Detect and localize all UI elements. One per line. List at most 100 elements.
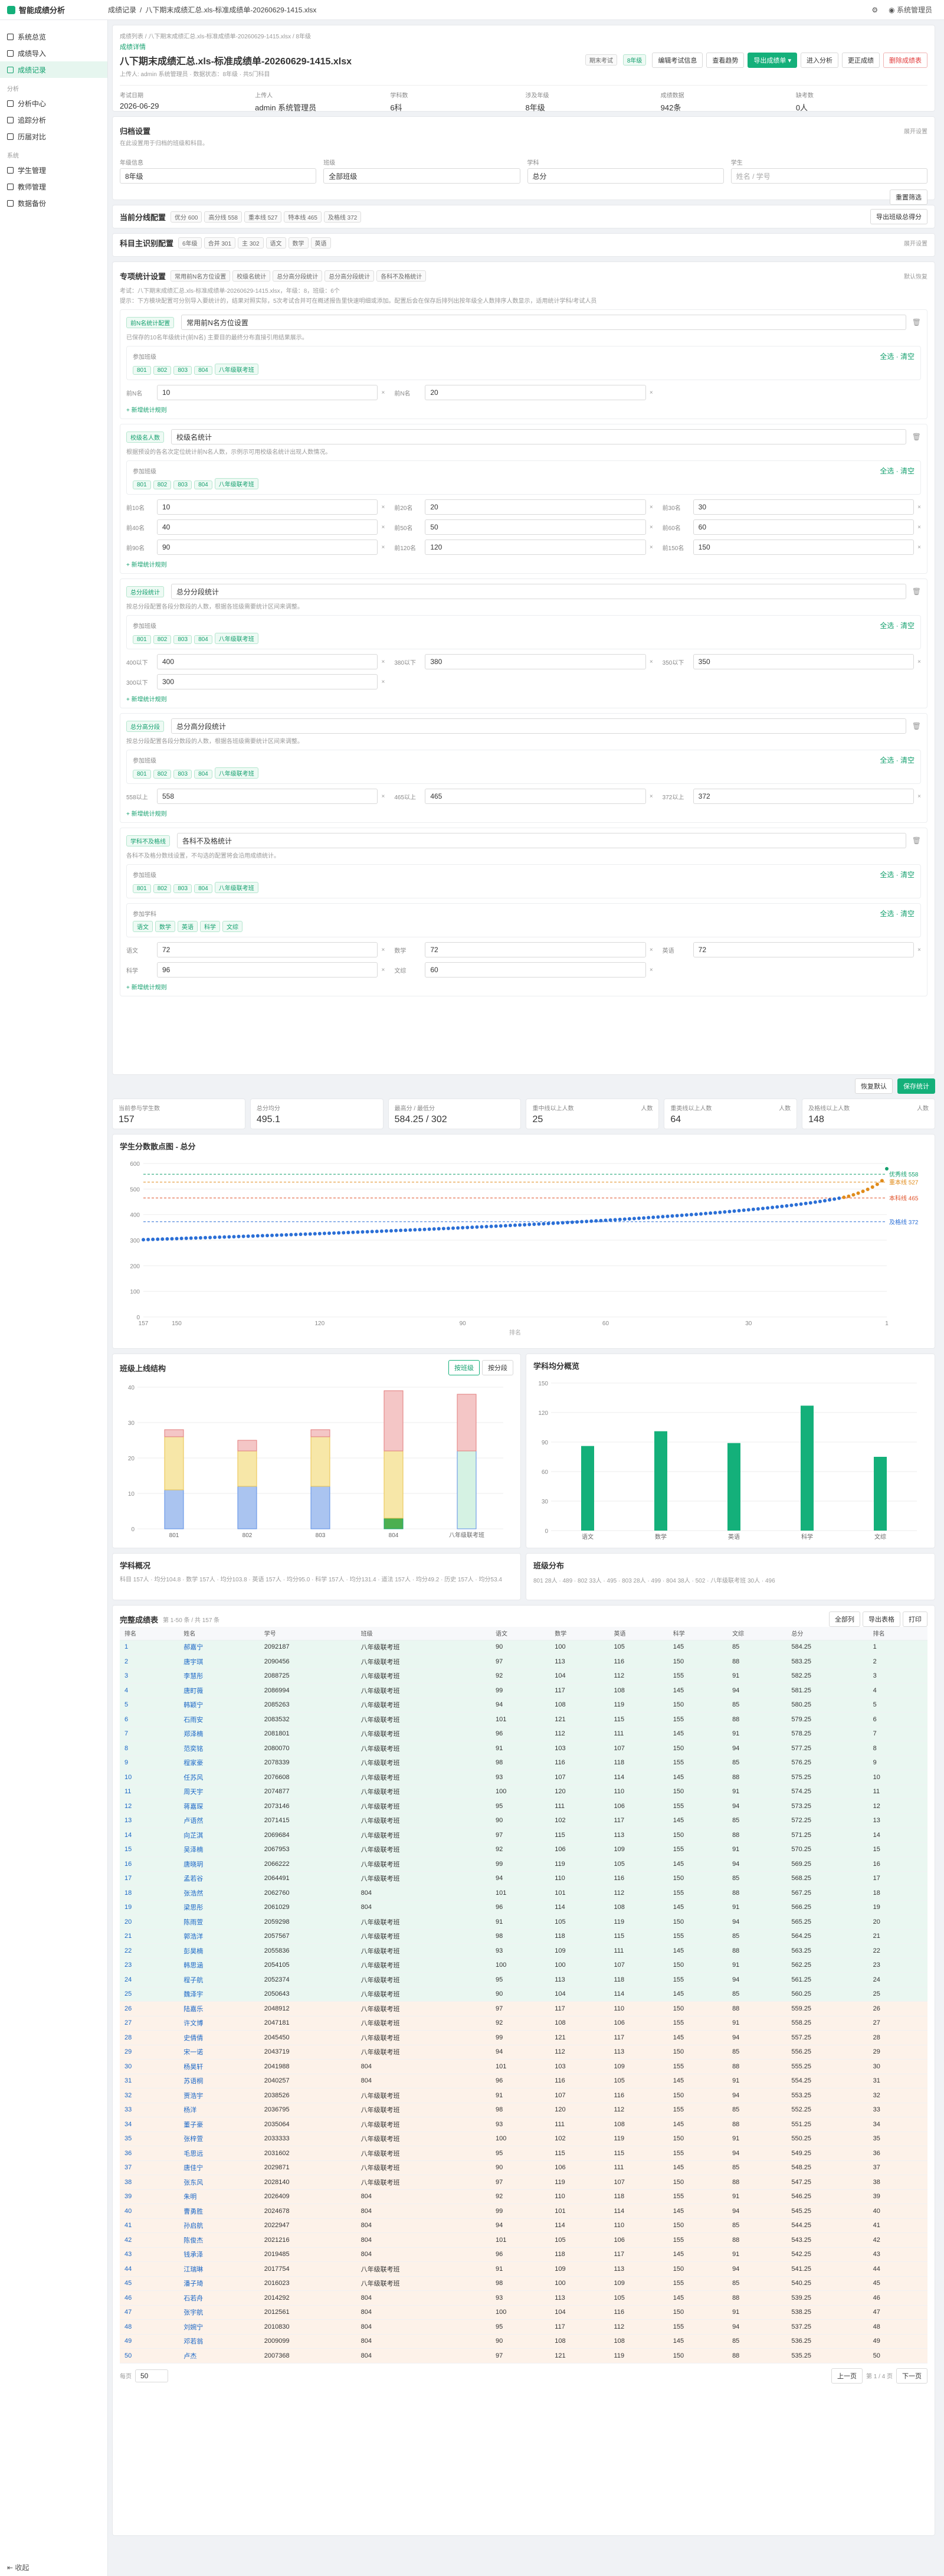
table-row[interactable]: 6 石雨安 2083532 八年级联考班 101 121 115 155 88 579.25 6 — [120, 1712, 927, 1727]
table-row[interactable]: 43 钱承泽 2019485 804 96 118 117 145 91 542.25 43 — [120, 2247, 927, 2262]
class-chip[interactable]: 八年级联考班 — [214, 364, 258, 375]
table-action-button[interactable]: 打印 — [903, 1611, 927, 1627]
remove-icon[interactable]: × — [917, 504, 921, 511]
edit-exam-button[interactable]: 编辑考试信息 — [652, 52, 703, 68]
table-row[interactable]: 21 郭浩洋 2057567 八年级联考班 98 118 115 155 85 564.25 21 — [120, 1929, 927, 1944]
remove-icon[interactable]: × — [917, 793, 921, 800]
sidebar-item[interactable]: 分析中心 — [0, 95, 107, 112]
threshold-input[interactable]: 72 — [425, 942, 646, 957]
class-chip[interactable]: 801 — [133, 480, 151, 489]
sidebar-item[interactable]: 历届对比 — [0, 128, 107, 145]
class-chip[interactable]: 数学 — [155, 921, 175, 932]
table-row[interactable]: 26 陆嘉乐 2048912 八年级联考班 97 117 110 150 88 559.25 26 — [120, 2001, 927, 2016]
class-chip[interactable]: 804 — [194, 884, 212, 893]
rule-name-input[interactable]: 总分高分段统计 — [171, 718, 906, 734]
table-row[interactable]: 45 潘子琦 2016023 八年级联考班 98 100 109 155 85 540.25 45 — [120, 2276, 927, 2291]
table-row[interactable]: 19 梁思彤 2061029 804 96 114 108 145 91 566.25 19 — [120, 1900, 927, 1915]
class-chip[interactable]: 801 — [133, 884, 151, 893]
class-chip[interactable]: 803 — [173, 480, 192, 489]
threshold-input[interactable]: 40 — [157, 519, 378, 535]
remove-icon[interactable]: × — [381, 947, 385, 953]
threshold-input[interactable]: 372 — [693, 789, 914, 804]
add-rule-link[interactable]: + 新增统计规则 — [126, 694, 921, 703]
class-chip[interactable]: 801 — [133, 366, 151, 375]
remove-icon[interactable]: × — [917, 947, 921, 953]
table-row[interactable]: 18 张浩然 2062760 804 101 101 112 155 88 567.25 18 — [120, 1885, 927, 1901]
class-chip[interactable]: 803 — [173, 770, 192, 779]
table-row[interactable]: 9 程家豪 2078339 八年级联考班 98 116 118 155 85 576.25 9 — [120, 1756, 927, 1770]
class-chip[interactable]: 802 — [153, 366, 172, 375]
table-row[interactable]: 32 贾浩宇 2038526 八年级联考班 91 107 116 150 94 553.25 32 — [120, 2088, 927, 2103]
class-chip[interactable]: 八年级联考班 — [214, 767, 258, 779]
column-header[interactable]: 科学 — [668, 1627, 728, 1640]
sidebar-item[interactable]: 教师管理 — [0, 178, 107, 195]
select-all-link[interactable]: 全选 · 清空 — [880, 755, 914, 765]
sidebar-item[interactable]: 追踪分析 — [0, 112, 107, 128]
sidebar-item[interactable]: 数据备份 — [0, 195, 107, 211]
remove-icon[interactable]: × — [381, 524, 385, 531]
table-row[interactable]: 7 郑泽楠 2081801 八年级联考班 96 112 111 145 91 578.25 7 — [120, 1727, 927, 1741]
select-all-link[interactable]: 全选 · 清空 — [880, 908, 914, 918]
config-tab[interactable]: 校级名统计 — [232, 270, 271, 282]
column-header[interactable]: 文综 — [727, 1627, 787, 1640]
remove-icon[interactable]: × — [650, 659, 653, 665]
table-row[interactable]: 2 唐宇琪 2090456 八年级联考班 97 113 116 150 88 583.25 2 — [120, 1654, 927, 1669]
table-row[interactable]: 16 唐晓玥 2066222 八年级联考班 99 119 105 145 94 569.25 16 — [120, 1856, 927, 1872]
threshold-input[interactable]: 465 — [425, 789, 646, 804]
table-row[interactable]: 30 杨昊轩 2041988 804 101 103 109 155 88 555.25 30 — [120, 2059, 927, 2074]
select-all-link[interactable]: 全选 · 清空 — [880, 620, 914, 630]
remove-icon[interactable]: × — [650, 947, 653, 953]
delete-icon[interactable]: 🗑 — [912, 433, 921, 441]
remove-icon[interactable]: × — [650, 504, 653, 511]
class-chip[interactable]: 804 — [194, 635, 212, 644]
class-chip[interactable]: 802 — [153, 770, 172, 779]
column-header[interactable]: 英语 — [609, 1627, 668, 1640]
remove-icon[interactable]: × — [381, 679, 385, 685]
threshold-input[interactable]: 30 — [693, 499, 914, 515]
table-row[interactable]: 46 石若舟 2014292 804 93 113 105 145 88 539.25 46 — [120, 2290, 927, 2306]
class-chip[interactable]: 802 — [153, 480, 172, 489]
table-row[interactable]: 13 卢语然 2071415 八年级联考班 90 102 117 145 85 572.25 13 — [120, 1813, 927, 1828]
table-row[interactable]: 37 唐佳宁 2029871 八年级联考班 90 106 111 145 85 548.25 37 — [120, 2160, 927, 2175]
class-chip[interactable]: 801 — [133, 635, 151, 644]
sidebar-item[interactable]: 成绩记录 — [0, 61, 107, 78]
threshold-input[interactable]: 10 — [157, 499, 378, 515]
table-row[interactable]: 39 朱明 2026409 804 92 110 118 155 91 546.25 39 — [120, 2189, 927, 2204]
rule-name-input[interactable]: 常用前N名方位设置 — [181, 315, 906, 330]
table-action-button[interactable]: 全部列 — [829, 1611, 860, 1627]
table-row[interactable]: 47 张宇航 2012561 804 100 104 116 150 91 538.25 47 — [120, 2305, 927, 2320]
class-chip[interactable]: 英语 — [178, 921, 198, 932]
export-button[interactable]: 导出成绩单 ▾ — [748, 52, 797, 68]
toggle-by-class[interactable]: 按班级 — [448, 1360, 480, 1375]
remove-icon[interactable]: × — [381, 544, 385, 551]
filter-collapse[interactable]: 展开设置 — [904, 126, 927, 135]
threshold-input[interactable]: 400 — [157, 654, 378, 669]
table-row[interactable]: 1 郝嘉宁 2092187 八年级联考班 90 100 105 145 85 584.25 1 — [120, 1640, 927, 1655]
restore-default-button[interactable]: 恢复默认 — [855, 1078, 893, 1094]
remove-icon[interactable]: × — [381, 504, 385, 511]
table-row[interactable]: 11 周天宇 2074877 八年级联考班 100 120 110 150 91 574.25 11 — [120, 1784, 927, 1799]
threshold-input[interactable]: 380 — [425, 654, 646, 669]
table-row[interactable]: 29 宋一诺 2043719 八年级联考班 94 112 113 150 85 556.25 29 — [120, 2045, 927, 2060]
table-row[interactable]: 5 韩颖宁 2085263 八年级联考班 94 108 119 150 85 580.25 5 — [120, 1698, 927, 1712]
table-row[interactable]: 25 魏泽宇 2050643 八年级联考班 90 104 114 145 85 560.25 25 — [120, 1987, 927, 2002]
table-row[interactable]: 38 张东风 2028140 八年级联考班 97 119 107 150 88 547.25 38 — [120, 2175, 927, 2190]
column-header[interactable]: 学号 — [259, 1627, 356, 1640]
column-header[interactable]: 班级 — [356, 1627, 491, 1640]
delete-button[interactable]: 删除成绩表 — [883, 52, 927, 68]
filter-input[interactable]: 姓名 / 学号 — [730, 168, 927, 184]
table-row[interactable]: 4 唐町薇 2086994 八年级联考班 99 117 108 145 94 581.25 4 — [120, 1683, 927, 1698]
remove-icon[interactable]: × — [917, 659, 921, 665]
select-all-link[interactable]: 全选 · 清空 — [880, 466, 914, 476]
threshold-input[interactable]: 72 — [157, 942, 378, 957]
add-rule-link[interactable]: + 新增统计规则 — [126, 982, 921, 991]
table-row[interactable]: 17 孟若谷 2064491 八年级联考班 94 110 116 150 85 568.25 17 — [120, 1871, 927, 1886]
threshold-input[interactable]: 50 — [425, 519, 646, 535]
threshold-input[interactable]: 60 — [425, 962, 646, 978]
column-header[interactable]: 语文 — [491, 1627, 550, 1640]
table-row[interactable]: 36 毛思远 2031602 八年级联考班 95 115 115 155 94 549.25 36 — [120, 2146, 927, 2161]
table-row[interactable]: 20 陈雨萱 2059298 八年级联考班 91 105 119 150 94 565.25 20 — [120, 1914, 927, 1930]
remove-icon[interactable]: × — [917, 524, 921, 531]
sidebar-item[interactable]: 学生管理 — [0, 162, 107, 178]
table-row[interactable]: 27 许文博 2047181 八年级联考班 92 108 106 155 91 558.25 27 — [120, 2016, 927, 2031]
